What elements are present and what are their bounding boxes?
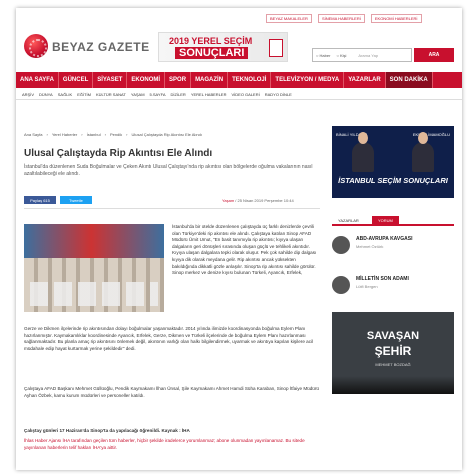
author-column-title[interactable]: MİLLETİN SON ADAMI: [356, 276, 409, 282]
subnav-item[interactable]: VİDEO GALERİ: [231, 90, 259, 99]
article-source-line: Çalıştay günleri 17 Haziran'da Sinop'ta …: [24, 428, 190, 433]
tab-comments[interactable]: YORUM: [372, 216, 399, 225]
nav-item-breaking[interactable]: SON DAKİKA: [385, 72, 433, 88]
subnav-item[interactable]: 5.SAYFA: [150, 90, 166, 99]
book-advertisement[interactable]: SAVAŞAN ŞEHİR MEHMET BOZDAĞ: [332, 312, 454, 394]
site-logo[interactable]: BEYAZ GAZETE: [52, 40, 150, 54]
subnav-item[interactable]: DİZİLER: [170, 90, 185, 99]
banner-title: İSTANBUL SEÇİM SONUÇLARI: [338, 176, 448, 185]
nav-item[interactable]: EKONOMİ: [127, 72, 166, 88]
election-results-banner[interactable]: BİNALİ YILDIRIM EKREM İMAMOĞLU İSTANBUL …: [332, 126, 454, 198]
subnav-item[interactable]: RADYO DİNLE: [265, 90, 292, 99]
nav-item[interactable]: GÜNCEL: [59, 72, 94, 88]
nav-item[interactable]: TELEVİZYON / MEDYA: [271, 72, 345, 88]
article-paragraph: Gerze ve Dikmen ilçelerinde rip akıntısı…: [24, 326, 314, 351]
breadcrumb: Ana Sayfa › Yerel Haberler › İstanbul › Pen…: [24, 132, 202, 137]
author-item[interactable]: ABD-AVRUPA KAVGASI Mehmet Öztürk: [332, 236, 412, 254]
subnav-item[interactable]: ARŞİV: [22, 90, 34, 99]
page: BEYAZ MAKALELER SİNEMA HABERLERİ EKONOMİ…: [16, 8, 462, 470]
search-input[interactable]: Arama Yap: [358, 53, 378, 58]
subnav-item[interactable]: DÜNYA: [39, 90, 53, 99]
subnav-item[interactable]: KÜLTÜR SANAT: [96, 90, 126, 99]
article-title: Ulusal Çalıştayda Rip Akıntısı Ele Alınd…: [24, 148, 213, 159]
book-title-line1: SAVAŞAN: [366, 330, 420, 342]
breadcrumb-item: Ulusal Çalıştayda Rip Akıntısı Ele Alınd…: [131, 132, 202, 137]
logo-globe-icon[interactable]: [24, 34, 48, 58]
subnav-item[interactable]: SAĞLIK: [58, 90, 72, 99]
search-bar: ○ Haber ○ Kişi Arama Yap: [312, 48, 412, 62]
author-name: Lütfi Bergen: [356, 284, 378, 289]
candidate-left-photo: [352, 142, 374, 172]
nav-item[interactable]: MAGAZİN: [191, 72, 229, 88]
article-subtitle: İstanbul'da düzenlenen Suda Boğulmalar v…: [24, 164, 313, 177]
breadcrumb-item[interactable]: İstanbul: [87, 132, 101, 137]
top-link[interactable]: SİNEMA HABERLERİ: [317, 14, 365, 23]
candidate-right-photo: [412, 142, 434, 172]
book-author: MEHMET BOZDAĞ: [375, 362, 411, 367]
election-banner[interactable]: 2019 YEREL SEÇİM SONUÇLARI: [158, 32, 288, 62]
article-paragraph: İstanbul'da bir otelde düzenlenen çalışt…: [172, 224, 317, 276]
breadcrumb-item[interactable]: Yerel Haberler: [52, 132, 77, 137]
top-link[interactable]: EKONOMİ HABERLERİ: [370, 14, 422, 23]
skyline-image: [332, 376, 454, 394]
breadcrumb-item[interactable]: Ana Sayfa: [24, 132, 42, 137]
article-category[interactable]: Yaşam: [222, 198, 234, 203]
facebook-share-button[interactable]: Paylaş 615: [24, 196, 56, 204]
tab-writers[interactable]: YAZARLAR: [334, 217, 363, 224]
author-item[interactable]: MİLLETİN SON ADAMI Lütfi Bergen: [332, 276, 409, 294]
breadcrumb-item[interactable]: Pendik: [110, 132, 122, 137]
divider: [24, 208, 320, 209]
ballot-box-icon: [269, 39, 283, 57]
author-avatar: [332, 276, 350, 294]
nav-item[interactable]: YAZARLAR: [344, 72, 386, 88]
banner-line1: 2019 YEREL SEÇİM: [169, 36, 253, 46]
article-date: 25 Nisan 2019 Perşembe 10:44: [237, 198, 294, 203]
search-button[interactable]: ARA: [414, 48, 454, 62]
author-name: Mehmet Öztürk: [356, 244, 384, 249]
book-title-line2: ŞEHİR: [374, 344, 412, 358]
author-avatar: [332, 236, 350, 254]
top-links: BEYAZ MAKALELER SİNEMA HABERLERİ EKONOMİ…: [266, 14, 422, 23]
nav-item[interactable]: SPOR: [165, 72, 192, 88]
sub-nav: ARŞİV DÜNYA SAĞLIK EĞİTİM KÜLTÜR SANAT Y…: [16, 90, 462, 100]
subnav-item[interactable]: YEREL HABERLER: [191, 90, 227, 99]
author-column-title[interactable]: ABD-AVRUPA KAVGASI: [356, 236, 412, 242]
main-nav: ANA SAYFA GÜNCEL SİYASET EKONOMİ SPOR MA…: [16, 72, 462, 88]
nav-item[interactable]: TEKNOLOJİ: [228, 72, 272, 88]
banner-line2: SONUÇLARI: [175, 47, 249, 59]
copyright-notice: İhlas Haber Ajansı İHA tarafından geçile…: [24, 438, 305, 450]
search-option-person[interactable]: ○ Kişi: [336, 53, 346, 58]
top-link[interactable]: BEYAZ MAKALELER: [266, 14, 312, 23]
search-option-news[interactable]: ○ Haber: [316, 53, 330, 58]
nav-item[interactable]: ANA SAYFA: [16, 72, 59, 88]
article-photo: [24, 224, 164, 312]
nav-item[interactable]: SİYASET: [93, 72, 128, 88]
twitter-share-button[interactable]: Tweetle: [60, 196, 92, 204]
subnav-item[interactable]: EĞİTİM: [77, 90, 91, 99]
sidebar-tabs: YAZARLAR YORUM: [332, 216, 454, 226]
dateline: Yaşam / 25 Nisan 2019 Perşembe 10:44: [222, 198, 294, 203]
subnav-item[interactable]: YAŞAM: [131, 90, 145, 99]
article-paragraph: Çalıştaya AFAD Başkanı Mehmet Güllüoğlu,…: [24, 386, 319, 398]
